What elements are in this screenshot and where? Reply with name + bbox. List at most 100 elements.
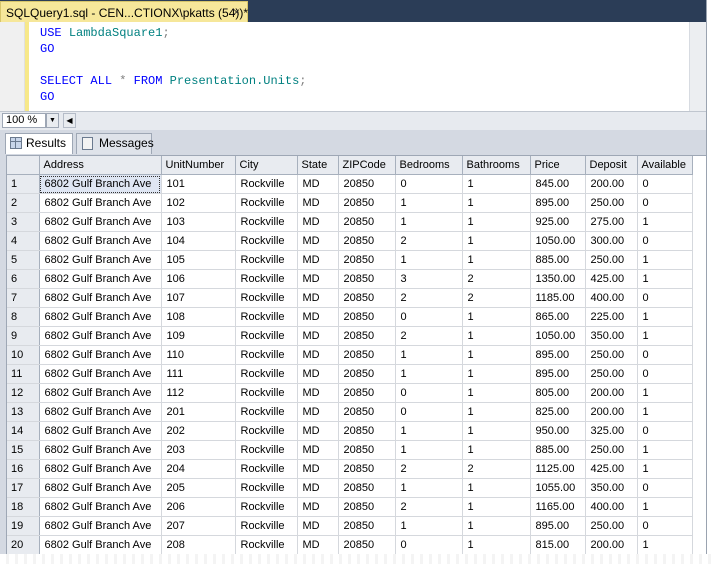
sql-editor[interactable]: USE LambdaSquare1; GO SELECT ALL * FROM … [0,22,706,111]
row-number[interactable]: 7 [7,288,40,308]
table-cell[interactable]: MD [297,231,339,251]
table-cell[interactable]: 103 [161,212,236,232]
table-row[interactable]: 7 6802 Gulf Branch Ave 107 Rockville MD 20850… [7,288,693,308]
table-cell[interactable]: 200.00 [585,535,638,555]
table-cell[interactable]: 400.00 [585,497,638,517]
table-row[interactable]: 6 6802 Gulf Branch Ave 106 Rockville MD 20850… [7,269,693,289]
table-cell[interactable]: 0 [395,307,463,327]
table-cell[interactable]: 1 [637,459,693,479]
table-row[interactable]: 1 6802 Gulf Branch Ave 101 Rockville MD 20850… [7,174,693,194]
table-cell[interactable]: 1 [462,497,531,517]
table-cell[interactable]: 885.00 [530,440,586,460]
table-row[interactable]: 11 6802 Gulf Branch Ave 111 Rockville MD 2085… [7,364,693,384]
table-cell[interactable]: 1 [462,174,531,194]
table-cell[interactable]: 350.00 [585,326,638,346]
table-cell[interactable]: 1 [637,383,693,403]
table-cell[interactable]: 6802 Gulf Branch Ave [39,174,162,194]
table-cell[interactable]: 1 [462,193,531,213]
table-cell[interactable]: 1 [462,212,531,232]
table-cell[interactable]: 20850 [338,307,396,327]
table-cell[interactable]: 250.00 [585,516,638,536]
corner-header[interactable] [7,156,40,175]
table-cell[interactable]: 250.00 [585,193,638,213]
table-cell[interactable]: 3 [395,269,463,289]
table-cell[interactable]: 1165.00 [530,497,586,517]
table-cell[interactable]: 0 [637,345,693,365]
table-row[interactable]: 14 6802 Gulf Branch Ave 202 Rockville MD 2085… [7,421,693,441]
table-cell[interactable]: MD [297,326,339,346]
table-cell[interactable]: 1 [462,402,531,422]
table-row[interactable]: 13 6802 Gulf Branch Ave 201 Rockville MD 2085… [7,402,693,422]
table-cell[interactable]: 925.00 [530,212,586,232]
table-cell[interactable]: MD [297,364,339,384]
table-row[interactable]: 4 6802 Gulf Branch Ave 104 Rockville MD 20850… [7,231,693,251]
table-cell[interactable]: 1 [462,478,531,498]
table-cell[interactable]: 1 [462,231,531,251]
table-cell[interactable]: 2 [462,269,531,289]
table-cell[interactable]: 20850 [338,516,396,536]
table-cell[interactable]: 6802 Gulf Branch Ave [39,383,162,403]
table-cell[interactable]: 2 [395,231,463,251]
row-number[interactable]: 9 [7,326,40,346]
table-cell[interactable]: MD [297,459,339,479]
table-cell[interactable]: MD [297,440,339,460]
table-cell[interactable]: 1 [462,364,531,384]
table-cell[interactable]: 1 [462,421,531,441]
table-cell[interactable]: 6802 Gulf Branch Ave [39,440,162,460]
table-cell[interactable]: 805.00 [530,383,586,403]
table-cell[interactable]: Rockville [235,212,298,232]
table-cell[interactable]: 20850 [338,383,396,403]
table-cell[interactable]: 0 [637,174,693,194]
table-cell[interactable]: 950.00 [530,421,586,441]
table-cell[interactable]: 1 [462,250,531,270]
table-cell[interactable]: 20850 [338,421,396,441]
table-cell[interactable]: Rockville [235,193,298,213]
table-cell[interactable]: MD [297,250,339,270]
column-header[interactable]: Available [637,156,693,175]
table-cell[interactable]: Rockville [235,421,298,441]
table-cell[interactable]: 1 [637,326,693,346]
table-cell[interactable]: Rockville [235,459,298,479]
table-cell[interactable]: 895.00 [530,364,586,384]
row-number[interactable]: 10 [7,345,40,365]
table-cell[interactable]: 1 [395,212,463,232]
table-cell[interactable]: 250.00 [585,345,638,365]
table-cell[interactable]: MD [297,421,339,441]
table-cell[interactable]: 205 [161,478,236,498]
table-cell[interactable]: 1 [395,250,463,270]
table-cell[interactable]: 350.00 [585,478,638,498]
row-number[interactable]: 1 [7,174,40,194]
table-cell[interactable]: 20850 [338,231,396,251]
table-cell[interactable]: 20850 [338,364,396,384]
table-cell[interactable]: MD [297,174,339,194]
column-header[interactable]: Bathrooms [462,156,531,175]
results-grid[interactable]: Address UnitNumber City State ZIPCode Be… [6,155,706,564]
table-cell[interactable]: 20850 [338,193,396,213]
table-cell[interactable]: 6802 Gulf Branch Ave [39,193,162,213]
column-header[interactable]: City [235,156,298,175]
table-cell[interactable]: 20850 [338,535,396,555]
table-cell[interactable]: 2 [395,497,463,517]
table-cell[interactable]: 105 [161,250,236,270]
table-cell[interactable]: 1 [462,383,531,403]
table-row[interactable]: 17 6802 Gulf Branch Ave 205 Rockville MD 2085… [7,478,693,498]
table-row[interactable]: 15 6802 Gulf Branch Ave 203 Rockville MD 2085… [7,440,693,460]
table-cell[interactable]: 1 [462,516,531,536]
table-cell[interactable]: 425.00 [585,459,638,479]
table-cell[interactable]: MD [297,212,339,232]
table-cell[interactable]: Rockville [235,516,298,536]
column-header[interactable]: Address [39,156,162,175]
table-cell[interactable]: 1350.00 [530,269,586,289]
table-cell[interactable]: 0 [637,516,693,536]
table-cell[interactable]: MD [297,269,339,289]
table-cell[interactable]: Rockville [235,383,298,403]
table-cell[interactable]: 6802 Gulf Branch Ave [39,535,162,555]
table-cell[interactable]: 1 [637,269,693,289]
table-cell[interactable]: 225.00 [585,307,638,327]
table-cell[interactable]: 207 [161,516,236,536]
table-cell[interactable]: MD [297,345,339,365]
table-cell[interactable]: 6802 Gulf Branch Ave [39,497,162,517]
table-cell[interactable]: 0 [637,421,693,441]
table-cell[interactable]: 1050.00 [530,231,586,251]
table-cell[interactable]: 1055.00 [530,478,586,498]
